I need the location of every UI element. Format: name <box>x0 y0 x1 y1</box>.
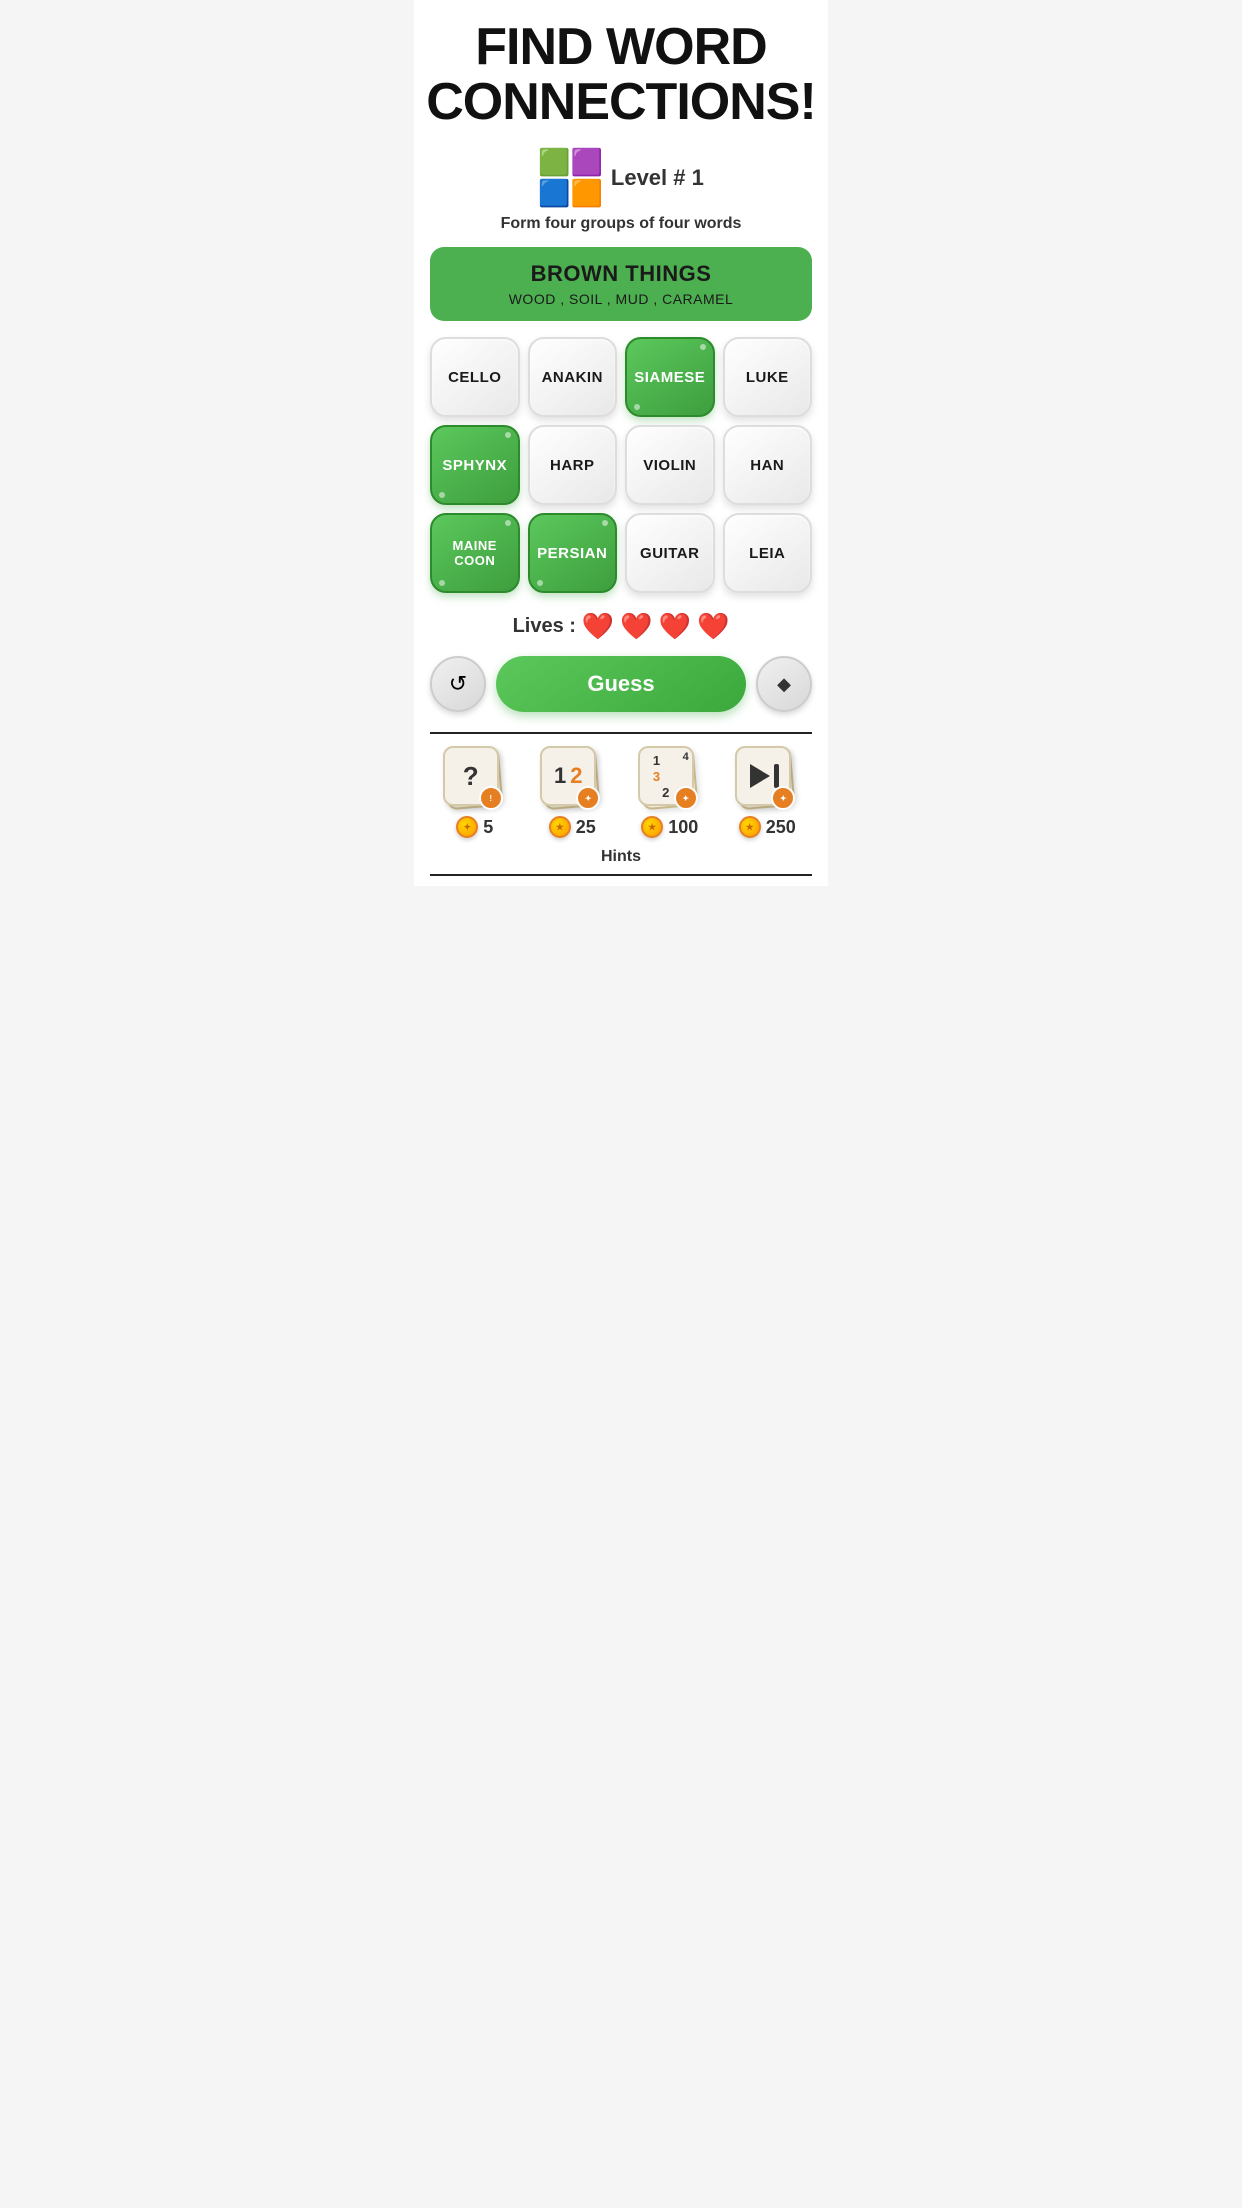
hint-item-4[interactable]: ✦ ★ 250 <box>723 746 813 838</box>
hint-item-1[interactable]: ? ! ✦ 5 <box>430 746 520 838</box>
lives-label: Lives : <box>513 615 576 638</box>
word-tile-persian[interactable]: PERSIAN <box>528 513 618 593</box>
page-title: FIND WORD CONNECTIONS! <box>426 20 816 129</box>
hints-section: ? ! ✦ 5 1 2 ✦ <box>430 732 812 876</box>
erase-button[interactable]: ◆ <box>756 656 812 712</box>
level-text: Level # 1 <box>611 165 704 191</box>
word-tile-maine-coon[interactable]: MAINECOON <box>430 513 520 593</box>
heart-4: ❤️ <box>697 611 729 642</box>
hint-icon-4: ✦ <box>735 746 799 810</box>
word-tile-anakin[interactable]: ANAKIN <box>528 337 618 417</box>
grid-icon: 🟩🟪🟦🟧 <box>538 147 603 209</box>
hint-cost-value-3: 100 <box>668 817 698 838</box>
heart-2: ❤️ <box>620 611 652 642</box>
hints-label: Hints <box>430 848 812 866</box>
lives-row: Lives : ❤️ ❤️ ❤️ ❤️ <box>513 611 730 642</box>
hint-cost-value-1: 5 <box>483 817 493 838</box>
erase-icon: ◆ <box>777 674 791 695</box>
word-tile-han[interactable]: HAN <box>723 425 813 505</box>
shuffle-button[interactable]: ↺ <box>430 656 486 712</box>
hint-icon-1: ? ! <box>443 746 507 810</box>
completed-group: BROWN THINGS WOOD , SOIL , MUD , CARAMEL <box>430 247 812 321</box>
shuffle-icon: ↺ <box>449 671 467 697</box>
level-row: 🟩🟪🟦🟧 Level # 1 <box>538 147 704 209</box>
hint-cost-1: ✦ 5 <box>456 816 493 838</box>
heart-1: ❤️ <box>582 611 614 642</box>
word-tile-leia[interactable]: LEIA <box>723 513 813 593</box>
play-icon <box>747 764 779 788</box>
word-tile-sphynx[interactable]: SPHYNX <box>430 425 520 505</box>
completed-group-words: WOOD , SOIL , MUD , CARAMEL <box>450 291 792 307</box>
completed-group-title: BROWN THINGS <box>450 261 792 287</box>
word-tile-violin[interactable]: VIOLIN <box>625 425 715 505</box>
hint-icon-2: 1 2 ✦ <box>540 746 604 810</box>
main-page: FIND WORD CONNECTIONS! 🟩🟪🟦🟧 Level # 1 Fo… <box>414 0 828 886</box>
hint-cost-4: ★ 250 <box>739 816 796 838</box>
actions-row: ↺ Guess ◆ <box>430 656 812 712</box>
subtitle: Form four groups of four words <box>501 215 742 233</box>
word-tile-cello[interactable]: CELLO <box>430 337 520 417</box>
heart-3: ❤️ <box>659 611 691 642</box>
coin-icon-2: ★ <box>549 816 571 838</box>
word-tile-luke[interactable]: LUKE <box>723 337 813 417</box>
hint-item-2[interactable]: 1 2 ✦ ★ 25 <box>528 746 618 838</box>
word-tile-harp[interactable]: HARP <box>528 425 618 505</box>
coin-icon-4: ★ <box>739 816 761 838</box>
guess-button[interactable]: Guess <box>496 656 746 712</box>
hint-cost-3: ★ 100 <box>641 816 698 838</box>
hints-grid: ? ! ✦ 5 1 2 ✦ <box>430 746 812 838</box>
hint-cost-2: ★ 25 <box>549 816 596 838</box>
hint-cost-value-4: 250 <box>766 817 796 838</box>
coin-icon-3: ★ <box>641 816 663 838</box>
word-grid: CELLO ANAKIN SIAMESE LUKE SPHYNX HARP VI… <box>430 337 812 593</box>
word-tile-guitar[interactable]: GUITAR <box>625 513 715 593</box>
coin-icon-1: ✦ <box>456 816 478 838</box>
word-tile-siamese[interactable]: SIAMESE <box>625 337 715 417</box>
hint-cost-value-2: 25 <box>576 817 596 838</box>
hint-icon-3: 4 1 3 2 ✦ <box>638 746 702 810</box>
hint-item-3[interactable]: 4 1 3 2 ✦ ★ 100 <box>625 746 715 838</box>
